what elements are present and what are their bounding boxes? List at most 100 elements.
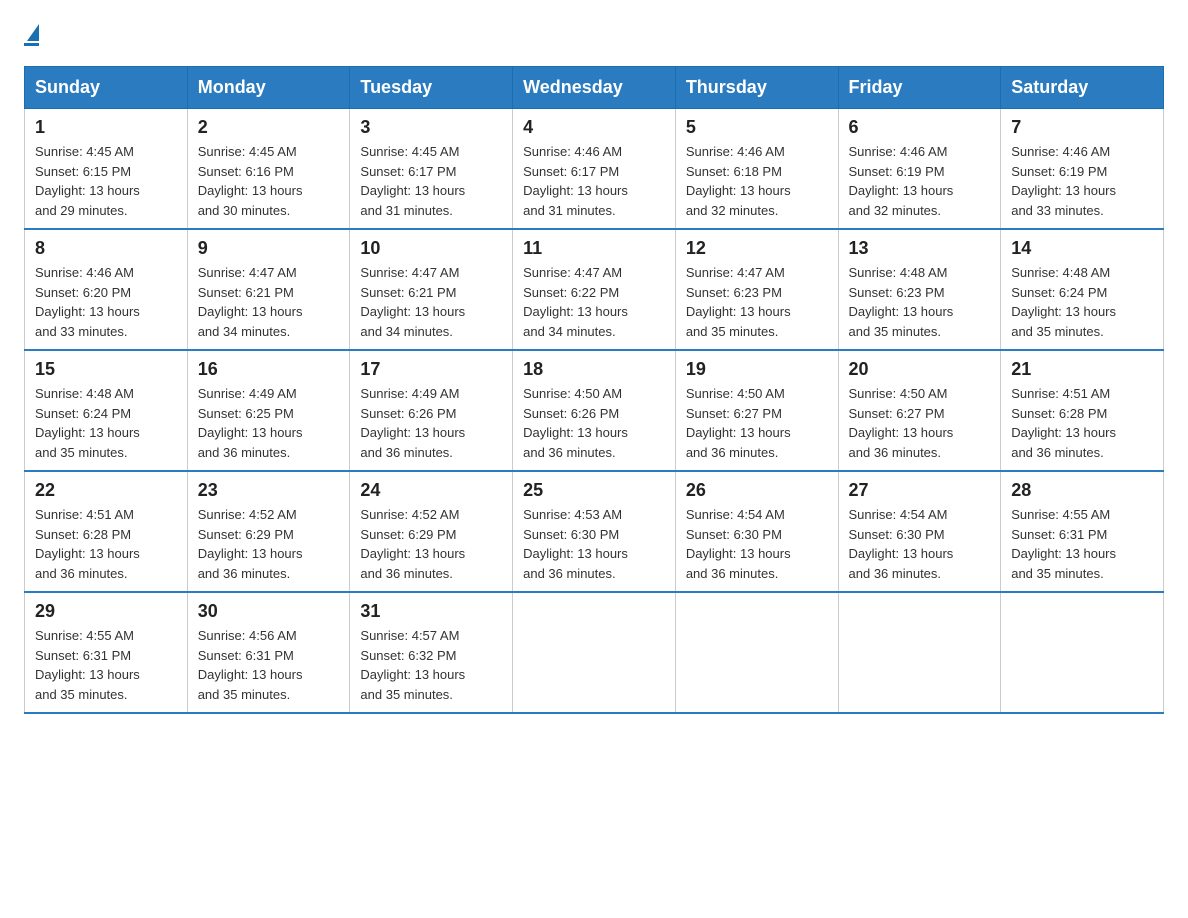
day-number: 26 [686, 480, 828, 501]
day-info: Sunrise: 4:45 AM Sunset: 6:15 PM Dayligh… [35, 142, 177, 220]
calendar-day-cell: 26 Sunrise: 4:54 AM Sunset: 6:30 PM Dayl… [675, 471, 838, 592]
day-info: Sunrise: 4:46 AM Sunset: 6:18 PM Dayligh… [686, 142, 828, 220]
day-info: Sunrise: 4:47 AM Sunset: 6:23 PM Dayligh… [686, 263, 828, 341]
calendar-day-cell: 30 Sunrise: 4:56 AM Sunset: 6:31 PM Dayl… [187, 592, 350, 713]
day-number: 8 [35, 238, 177, 259]
weekday-header-monday: Monday [187, 67, 350, 109]
calendar-week-row: 22 Sunrise: 4:51 AM Sunset: 6:28 PM Dayl… [25, 471, 1164, 592]
calendar-day-cell: 7 Sunrise: 4:46 AM Sunset: 6:19 PM Dayli… [1001, 109, 1164, 230]
weekday-header-saturday: Saturday [1001, 67, 1164, 109]
page-header [24, 24, 1164, 46]
day-number: 16 [198, 359, 340, 380]
day-info: Sunrise: 4:50 AM Sunset: 6:27 PM Dayligh… [849, 384, 991, 462]
day-info: Sunrise: 4:47 AM Sunset: 6:21 PM Dayligh… [198, 263, 340, 341]
weekday-header-tuesday: Tuesday [350, 67, 513, 109]
day-info: Sunrise: 4:54 AM Sunset: 6:30 PM Dayligh… [849, 505, 991, 583]
day-number: 29 [35, 601, 177, 622]
calendar-table: SundayMondayTuesdayWednesdayThursdayFrid… [24, 66, 1164, 714]
day-info: Sunrise: 4:53 AM Sunset: 6:30 PM Dayligh… [523, 505, 665, 583]
calendar-day-cell [675, 592, 838, 713]
calendar-day-cell: 10 Sunrise: 4:47 AM Sunset: 6:21 PM Dayl… [350, 229, 513, 350]
calendar-day-cell [513, 592, 676, 713]
day-info: Sunrise: 4:47 AM Sunset: 6:22 PM Dayligh… [523, 263, 665, 341]
day-info: Sunrise: 4:55 AM Sunset: 6:31 PM Dayligh… [35, 626, 177, 704]
calendar-day-cell: 18 Sunrise: 4:50 AM Sunset: 6:26 PM Dayl… [513, 350, 676, 471]
weekday-header-thursday: Thursday [675, 67, 838, 109]
day-info: Sunrise: 4:51 AM Sunset: 6:28 PM Dayligh… [1011, 384, 1153, 462]
calendar-day-cell: 2 Sunrise: 4:45 AM Sunset: 6:16 PM Dayli… [187, 109, 350, 230]
day-info: Sunrise: 4:45 AM Sunset: 6:16 PM Dayligh… [198, 142, 340, 220]
calendar-day-cell: 3 Sunrise: 4:45 AM Sunset: 6:17 PM Dayli… [350, 109, 513, 230]
calendar-day-cell: 24 Sunrise: 4:52 AM Sunset: 6:29 PM Dayl… [350, 471, 513, 592]
weekday-header-sunday: Sunday [25, 67, 188, 109]
day-info: Sunrise: 4:50 AM Sunset: 6:27 PM Dayligh… [686, 384, 828, 462]
calendar-day-cell: 11 Sunrise: 4:47 AM Sunset: 6:22 PM Dayl… [513, 229, 676, 350]
day-info: Sunrise: 4:51 AM Sunset: 6:28 PM Dayligh… [35, 505, 177, 583]
day-number: 20 [849, 359, 991, 380]
calendar-day-cell: 5 Sunrise: 4:46 AM Sunset: 6:18 PM Dayli… [675, 109, 838, 230]
day-number: 5 [686, 117, 828, 138]
day-number: 3 [360, 117, 502, 138]
day-number: 17 [360, 359, 502, 380]
calendar-day-cell [838, 592, 1001, 713]
calendar-week-row: 29 Sunrise: 4:55 AM Sunset: 6:31 PM Dayl… [25, 592, 1164, 713]
day-info: Sunrise: 4:54 AM Sunset: 6:30 PM Dayligh… [686, 505, 828, 583]
calendar-week-row: 15 Sunrise: 4:48 AM Sunset: 6:24 PM Dayl… [25, 350, 1164, 471]
day-info: Sunrise: 4:50 AM Sunset: 6:26 PM Dayligh… [523, 384, 665, 462]
day-info: Sunrise: 4:48 AM Sunset: 6:24 PM Dayligh… [1011, 263, 1153, 341]
day-info: Sunrise: 4:55 AM Sunset: 6:31 PM Dayligh… [1011, 505, 1153, 583]
day-info: Sunrise: 4:47 AM Sunset: 6:21 PM Dayligh… [360, 263, 502, 341]
weekday-header-friday: Friday [838, 67, 1001, 109]
day-number: 28 [1011, 480, 1153, 501]
day-number: 13 [849, 238, 991, 259]
day-number: 23 [198, 480, 340, 501]
calendar-header-row: SundayMondayTuesdayWednesdayThursdayFrid… [25, 67, 1164, 109]
day-number: 2 [198, 117, 340, 138]
calendar-day-cell: 19 Sunrise: 4:50 AM Sunset: 6:27 PM Dayl… [675, 350, 838, 471]
weekday-header-wednesday: Wednesday [513, 67, 676, 109]
calendar-day-cell: 9 Sunrise: 4:47 AM Sunset: 6:21 PM Dayli… [187, 229, 350, 350]
day-number: 14 [1011, 238, 1153, 259]
day-info: Sunrise: 4:49 AM Sunset: 6:26 PM Dayligh… [360, 384, 502, 462]
logo-underline [24, 43, 39, 46]
day-number: 1 [35, 117, 177, 138]
day-number: 27 [849, 480, 991, 501]
day-number: 15 [35, 359, 177, 380]
day-number: 4 [523, 117, 665, 138]
day-info: Sunrise: 4:46 AM Sunset: 6:19 PM Dayligh… [1011, 142, 1153, 220]
calendar-day-cell: 13 Sunrise: 4:48 AM Sunset: 6:23 PM Dayl… [838, 229, 1001, 350]
calendar-day-cell: 27 Sunrise: 4:54 AM Sunset: 6:30 PM Dayl… [838, 471, 1001, 592]
calendar-day-cell: 6 Sunrise: 4:46 AM Sunset: 6:19 PM Dayli… [838, 109, 1001, 230]
day-info: Sunrise: 4:48 AM Sunset: 6:23 PM Dayligh… [849, 263, 991, 341]
day-number: 9 [198, 238, 340, 259]
day-number: 11 [523, 238, 665, 259]
day-info: Sunrise: 4:57 AM Sunset: 6:32 PM Dayligh… [360, 626, 502, 704]
day-info: Sunrise: 4:46 AM Sunset: 6:17 PM Dayligh… [523, 142, 665, 220]
calendar-day-cell: 8 Sunrise: 4:46 AM Sunset: 6:20 PM Dayli… [25, 229, 188, 350]
logo-triangle-icon [27, 24, 39, 41]
day-info: Sunrise: 4:56 AM Sunset: 6:31 PM Dayligh… [198, 626, 340, 704]
calendar-week-row: 8 Sunrise: 4:46 AM Sunset: 6:20 PM Dayli… [25, 229, 1164, 350]
day-number: 25 [523, 480, 665, 501]
day-info: Sunrise: 4:52 AM Sunset: 6:29 PM Dayligh… [198, 505, 340, 583]
calendar-day-cell: 21 Sunrise: 4:51 AM Sunset: 6:28 PM Dayl… [1001, 350, 1164, 471]
calendar-day-cell: 31 Sunrise: 4:57 AM Sunset: 6:32 PM Dayl… [350, 592, 513, 713]
day-number: 31 [360, 601, 502, 622]
day-info: Sunrise: 4:46 AM Sunset: 6:20 PM Dayligh… [35, 263, 177, 341]
calendar-day-cell: 22 Sunrise: 4:51 AM Sunset: 6:28 PM Dayl… [25, 471, 188, 592]
day-info: Sunrise: 4:49 AM Sunset: 6:25 PM Dayligh… [198, 384, 340, 462]
calendar-day-cell: 4 Sunrise: 4:46 AM Sunset: 6:17 PM Dayli… [513, 109, 676, 230]
day-number: 6 [849, 117, 991, 138]
calendar-day-cell: 25 Sunrise: 4:53 AM Sunset: 6:30 PM Dayl… [513, 471, 676, 592]
day-number: 22 [35, 480, 177, 501]
day-number: 30 [198, 601, 340, 622]
calendar-day-cell [1001, 592, 1164, 713]
calendar-week-row: 1 Sunrise: 4:45 AM Sunset: 6:15 PM Dayli… [25, 109, 1164, 230]
calendar-day-cell: 1 Sunrise: 4:45 AM Sunset: 6:15 PM Dayli… [25, 109, 188, 230]
calendar-day-cell: 15 Sunrise: 4:48 AM Sunset: 6:24 PM Dayl… [25, 350, 188, 471]
calendar-day-cell: 23 Sunrise: 4:52 AM Sunset: 6:29 PM Dayl… [187, 471, 350, 592]
calendar-day-cell: 20 Sunrise: 4:50 AM Sunset: 6:27 PM Dayl… [838, 350, 1001, 471]
calendar-day-cell: 12 Sunrise: 4:47 AM Sunset: 6:23 PM Dayl… [675, 229, 838, 350]
calendar-day-cell: 17 Sunrise: 4:49 AM Sunset: 6:26 PM Dayl… [350, 350, 513, 471]
day-number: 19 [686, 359, 828, 380]
